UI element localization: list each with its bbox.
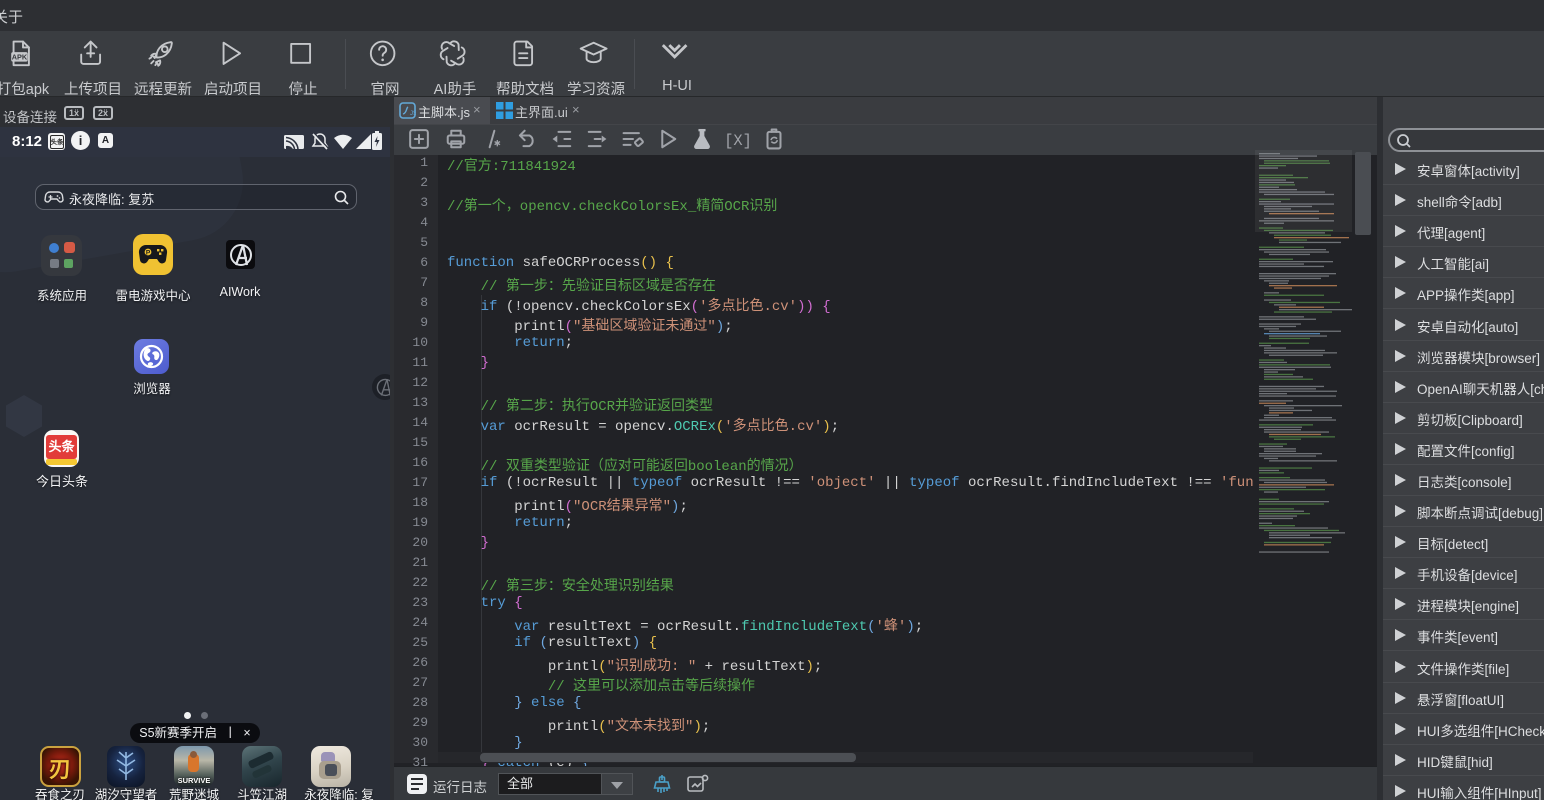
svg-text:JS: JS (410, 111, 416, 117)
svg-text:APK: APK (12, 53, 28, 62)
svg-text:P: P (146, 250, 151, 257)
svg-text:[X]: [X] (726, 132, 750, 150)
